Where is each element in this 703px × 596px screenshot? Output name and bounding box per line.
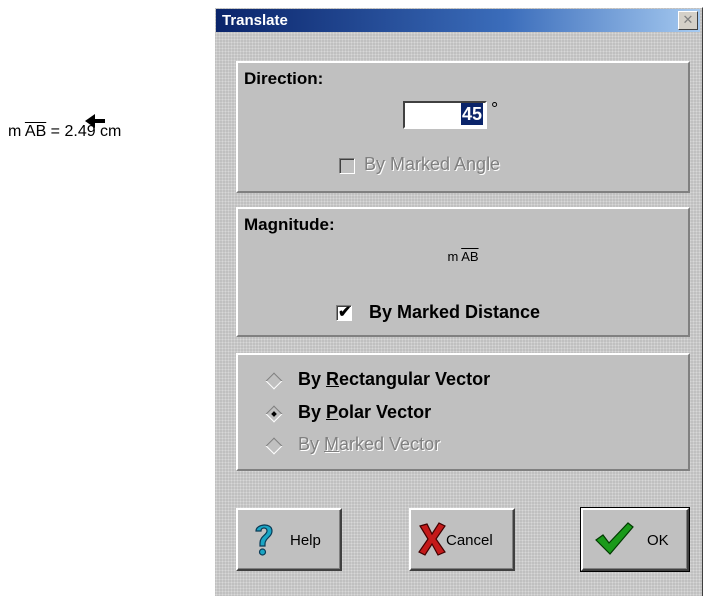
by-marked-distance-checkbox[interactable]: ✔: [336, 304, 352, 321]
marked-vector-label: By Marked Vector: [298, 434, 441, 454]
measure-prefix: m: [8, 123, 25, 140]
green-checkmark-icon: [595, 522, 634, 555]
close-icon: ✕: [682, 12, 694, 27]
help-button-label: Help: [290, 532, 321, 549]
polar-vector-label[interactable]: By Polar Vector: [298, 402, 431, 423]
ok-button[interactable]: OK: [580, 507, 690, 572]
radio-selected-dot: [271, 411, 277, 417]
help-button[interactable]: Help: [236, 508, 342, 571]
title-bar[interactable]: Translate ✕: [216, 9, 700, 32]
direction-angle-value: 45: [460, 103, 483, 125]
by-marked-angle-checkbox[interactable]: [339, 158, 355, 174]
by-marked-distance-label: By Marked Distance: [369, 302, 541, 322]
question-mark-icon: [255, 524, 273, 556]
by-marked-angle-label: By Marked Angle: [364, 154, 501, 174]
direction-label: Direction:: [244, 69, 324, 88]
ok-button-label: OK: [647, 532, 669, 549]
rectangular-vector-radio[interactable]: [265, 372, 283, 390]
magnitude-formula: m AB: [238, 249, 688, 264]
direction-angle-input[interactable]: 45: [403, 101, 487, 129]
close-button[interactable]: ✕: [678, 11, 698, 30]
pointer-arrow-icon: [85, 114, 105, 128]
direction-group: Direction: 45 ° By Marked Angle: [236, 61, 690, 193]
magnitude-formula-segment: AB: [461, 249, 479, 264]
degree-symbol: °: [491, 99, 499, 119]
magnitude-label: Magnitude:: [244, 215, 335, 234]
rectangular-vector-label[interactable]: By Rectangular Vector: [298, 369, 490, 390]
vector-mode-group: By Rectangular Vector By Polar Vector By…: [236, 353, 690, 471]
magnitude-formula-prefix: m: [447, 249, 462, 264]
cancel-button-label: Cancel: [446, 532, 493, 549]
translate-dialog: Translate ✕ Direction: 45 ° By Marked An…: [214, 7, 703, 596]
magnitude-group: Magnitude: m AB ✔ By Marked Distance: [236, 207, 690, 337]
measure-segment: AB: [24, 123, 47, 140]
red-x-icon: [418, 522, 446, 556]
cancel-button[interactable]: Cancel: [409, 508, 515, 571]
checkmark-icon: ✔: [338, 304, 352, 321]
marked-vector-radio[interactable]: [265, 437, 283, 455]
dialog-title: Translate: [222, 12, 288, 29]
polar-vector-radio[interactable]: [265, 405, 283, 423]
